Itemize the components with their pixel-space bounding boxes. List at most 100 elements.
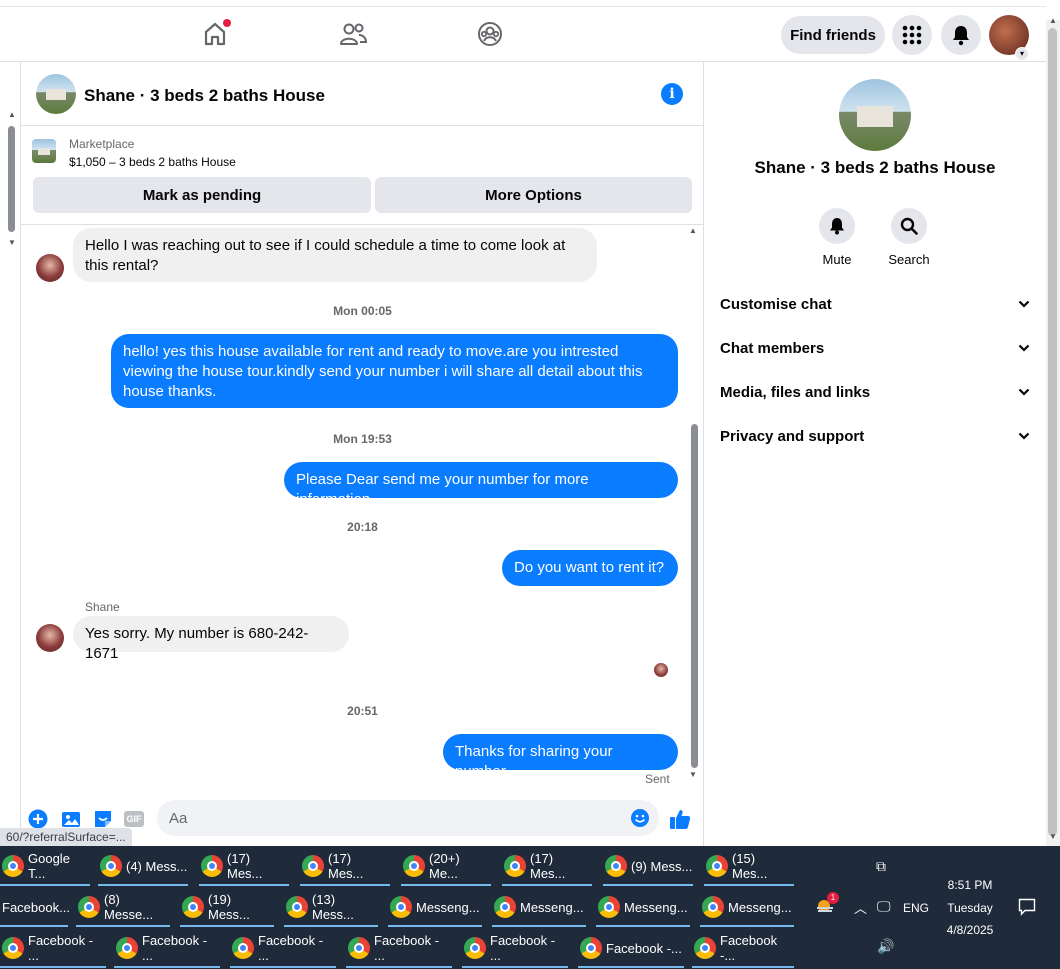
more-options-button[interactable]: More Options (375, 177, 692, 213)
taskbar-item[interactable]: (17) Mes... (300, 848, 390, 886)
clock-time[interactable]: 8:51 PM (940, 878, 1000, 892)
message-input[interactable] (169, 808, 609, 828)
chevron-up-icon[interactable]: ︿ (854, 898, 867, 917)
plus-circle-icon[interactable] (27, 808, 49, 830)
message-list[interactable]: Hello I was reaching out to see if I cou… (21, 226, 704, 786)
meet-now-icon[interactable]: ⧉ (876, 858, 886, 875)
message-incoming[interactable]: Yes sorry. My number is 680-242-1671 (73, 616, 349, 662)
chrome-icon (706, 855, 728, 877)
message-outgoing[interactable]: Thanks for sharing your number (443, 734, 678, 780)
scroll-down-arrow-icon[interactable]: ▼ (689, 770, 697, 779)
message-incoming[interactable]: Hello I was reaching out to see if I cou… (73, 228, 597, 282)
scroll-up-arrow-icon[interactable]: ▲ (1049, 16, 1057, 25)
chat-scrollbar[interactable]: ▲ ▼ (689, 226, 699, 784)
weather-icon[interactable]: 1 (814, 892, 839, 916)
photo-icon[interactable] (60, 808, 82, 830)
taskbar-item[interactable]: (9) Mess... (603, 848, 693, 886)
listing-avatar-large[interactable] (839, 79, 911, 151)
taskbar-item[interactable]: Messeng... (492, 889, 586, 927)
sender-avatar[interactable] (36, 624, 64, 652)
taskbar-item[interactable]: Facebook - ... (0, 930, 106, 968)
taskbar-item[interactable]: Facebook - ... (230, 930, 336, 968)
home-icon[interactable] (200, 19, 231, 49)
friends-icon[interactable] (338, 19, 368, 49)
taskbar-item[interactable]: (4) Mess... (98, 848, 188, 886)
taskbar-item[interactable]: Messeng... (700, 889, 794, 927)
conversation-details-panel: Shane · 3 beds 2 baths House Mute Search… (704, 62, 1046, 846)
left-scrollbar[interactable]: ▲ ▼ (6, 110, 16, 252)
thumbs-up-icon[interactable] (669, 808, 691, 830)
taskbar-item[interactable]: (15) Mes... (704, 848, 794, 886)
emoji-icon[interactable] (631, 809, 649, 827)
clock-day[interactable]: Tuesday (940, 901, 1000, 915)
message-input-box[interactable] (157, 800, 659, 836)
taskbar-item[interactable]: Google T... (0, 848, 90, 886)
marketplace-label: Marketplace (69, 137, 135, 151)
taskbar-item[interactable]: (8) Messe... (76, 889, 170, 927)
section-media-files-links[interactable]: Media, files and links (720, 372, 1030, 412)
section-chat-members[interactable]: Chat members (720, 328, 1030, 368)
chrome-icon (464, 937, 486, 959)
groups-icon[interactable] (475, 19, 505, 49)
mute-action[interactable]: Mute (807, 208, 867, 267)
taskbar-item[interactable]: (17) Mes... (502, 848, 592, 886)
info-icon[interactable]: i (661, 83, 683, 105)
taskbar-item[interactable]: Messeng... (596, 889, 690, 927)
message-outgoing[interactable]: Do you want to rent it? (502, 550, 678, 586)
section-privacy-support[interactable]: Privacy and support (720, 416, 1030, 456)
listing-thumbnail[interactable] (32, 139, 56, 163)
page-scrollbar-thumb[interactable] (1048, 28, 1057, 836)
taskbar-item[interactable]: Facebook... (0, 889, 70, 927)
sticker-icon[interactable] (92, 808, 114, 830)
taskbar-item[interactable]: Facebook -... (578, 930, 684, 968)
chrome-icon (2, 855, 24, 877)
scroll-up-arrow-icon[interactable]: ▲ (689, 226, 697, 235)
scroll-down-arrow-icon[interactable]: ▼ (1049, 832, 1057, 841)
taskbar-item[interactable]: Messeng... (388, 889, 482, 927)
taskbar-item[interactable]: (13) Mess... (284, 889, 378, 927)
notifications-bell-icon[interactable] (941, 15, 981, 55)
clock-date[interactable]: 4/8/2025 (940, 923, 1000, 937)
find-friends-button[interactable]: Find friends (781, 16, 885, 54)
top-navigation-bar: Find friends ▾ (0, 6, 1046, 62)
chrome-icon (390, 896, 412, 918)
listing-price-title[interactable]: $1,050 – 3 beds 2 baths House (69, 155, 236, 169)
taskbar-item-label: (8) Messe... (104, 892, 154, 922)
taskbar-item[interactable]: Facebook - ... (346, 930, 452, 968)
volume-icon[interactable]: 🔊 (877, 938, 894, 955)
taskbar-item[interactable]: Facebook - ... (462, 930, 568, 968)
taskbar-item[interactable]: Facebook -... (692, 930, 794, 968)
taskbar-item[interactable]: (19) Mess... (180, 889, 274, 927)
chrome-icon (116, 937, 138, 959)
search-icon[interactable] (891, 208, 927, 244)
chrome-icon (348, 937, 370, 959)
search-action[interactable]: Search (879, 208, 939, 267)
listing-avatar[interactable] (36, 74, 76, 114)
mark-as-pending-button[interactable]: Mark as pending (33, 177, 371, 213)
notification-center-icon[interactable] (1018, 898, 1036, 916)
chevron-down-icon[interactable]: ▾ (1015, 47, 1029, 61)
taskbar-item[interactable]: (17) Mes... (199, 848, 289, 886)
bell-icon[interactable] (819, 208, 855, 244)
language-indicator[interactable]: ENG (903, 901, 929, 915)
taskbar-item-label: (19) Mess... (208, 892, 250, 922)
network-icon[interactable]: 🖵 (877, 898, 891, 915)
message-outgoing[interactable]: Please Dear send me your number for more… (284, 462, 678, 508)
conversation-title: Shane · 3 beds 2 baths House (754, 158, 996, 177)
menu-grid-icon[interactable] (892, 15, 932, 55)
taskbar-item[interactable]: (20+) Me... (401, 848, 491, 886)
taskbar-item-label: Messeng... (728, 899, 792, 915)
chat-title[interactable]: Shane · 3 beds 2 baths House (84, 86, 325, 106)
taskbar-item[interactable]: Facebook - ... (114, 930, 220, 968)
gif-icon[interactable]: GIF (123, 808, 145, 830)
scroll-down-arrow-icon[interactable]: ▼ (8, 238, 16, 247)
scroll-up-arrow-icon[interactable]: ▲ (8, 110, 16, 119)
left-scrollbar-thumb[interactable] (8, 126, 15, 232)
sender-avatar[interactable] (36, 254, 64, 282)
message-outgoing[interactable]: hello! yes this house available for rent… (111, 334, 678, 408)
page-scrollbar[interactable]: ▲ ▼ (1046, 16, 1060, 846)
weather-badge: 1 (827, 892, 839, 904)
section-label: Chat members (720, 339, 825, 357)
chat-scrollbar-thumb[interactable] (691, 424, 698, 768)
section-customise-chat[interactable]: Customise chat (720, 284, 1030, 324)
